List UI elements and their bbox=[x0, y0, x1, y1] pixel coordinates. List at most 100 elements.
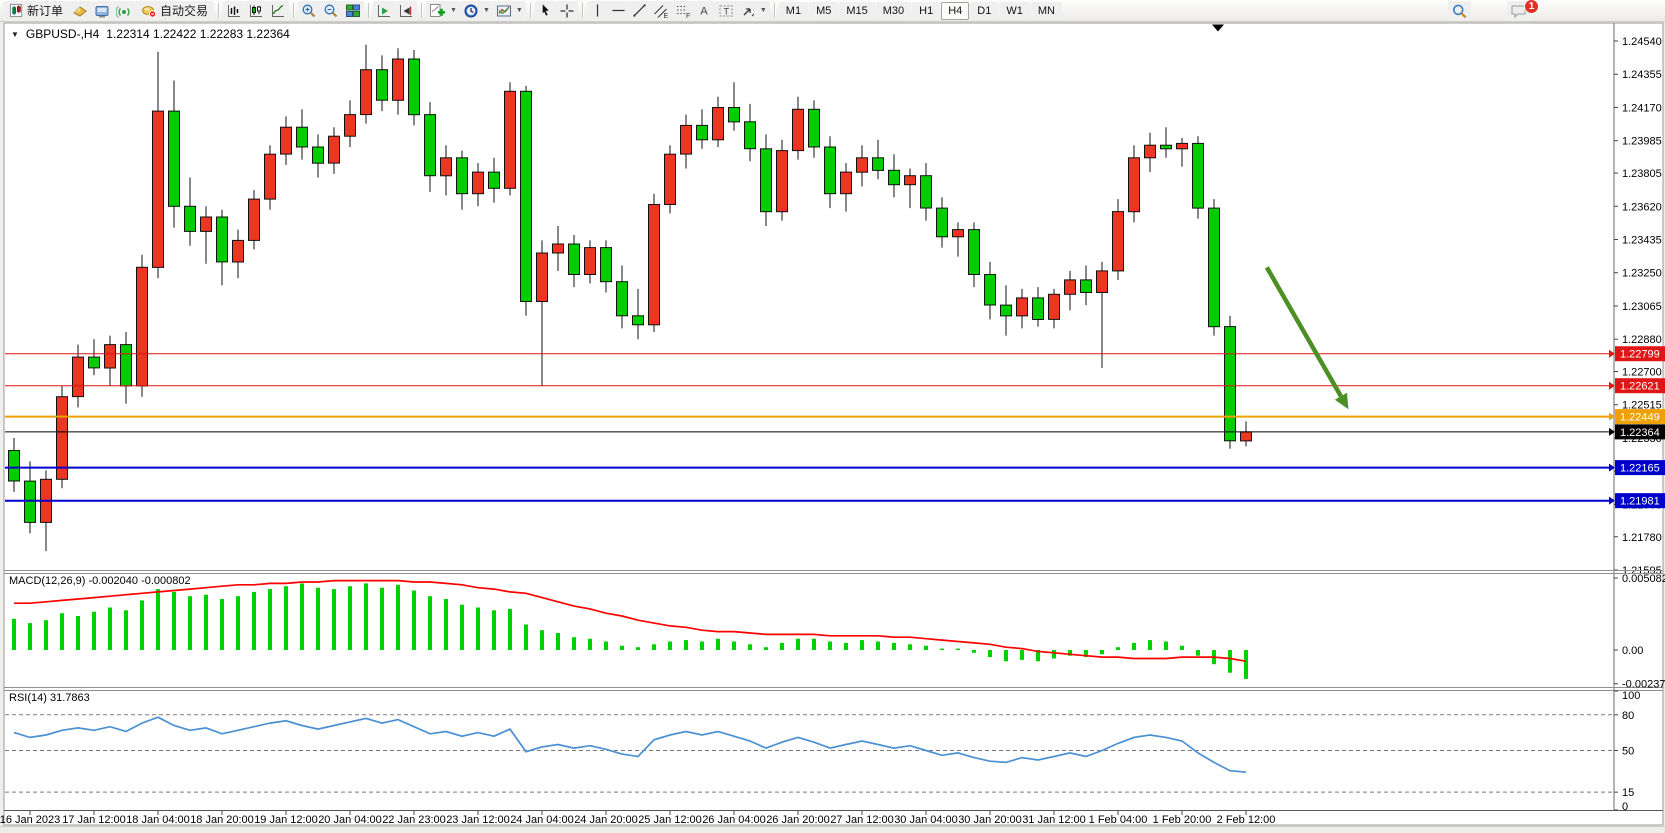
arrows-button[interactable]: ▼ bbox=[737, 1, 770, 21]
candle-bear bbox=[521, 91, 532, 301]
candle-bear bbox=[825, 147, 836, 194]
time-tick-label: 1 Feb 20:00 bbox=[1153, 814, 1212, 826]
candle-bear bbox=[1209, 208, 1220, 327]
time-tick-label: 18 Jan 04:00 bbox=[126, 814, 190, 826]
time-tick-label: 27 Jan 12:00 bbox=[830, 814, 894, 826]
macd-histogram-bar bbox=[732, 642, 736, 651]
autotrade-icon bbox=[141, 3, 157, 19]
macd-histogram-bar bbox=[332, 589, 336, 650]
candle-bear bbox=[1193, 143, 1204, 208]
macd-histogram-bar bbox=[396, 585, 400, 650]
tab-timeframe-mn[interactable]: MN bbox=[1031, 2, 1062, 20]
ohlc-values: 1.22314 1.22422 1.22283 1.22364 bbox=[106, 27, 290, 41]
tab-timeframe-m1[interactable]: M1 bbox=[779, 2, 808, 20]
macd-histogram-bar bbox=[508, 609, 512, 650]
trendline-button[interactable] bbox=[629, 1, 650, 21]
chart-canvas[interactable]: 1.245401.243551.241701.239851.238051.236… bbox=[0, 0, 1665, 833]
rsi-indicator-label: RSI(14) 31.7863 bbox=[9, 692, 90, 704]
navigator-button[interactable] bbox=[91, 1, 113, 21]
tab-timeframe-m5[interactable]: M5 bbox=[809, 2, 838, 20]
text-button[interactable]: A bbox=[694, 1, 715, 21]
tab-timeframe-h4[interactable]: H4 bbox=[941, 2, 969, 20]
periods-button[interactable]: ▼ bbox=[460, 1, 493, 21]
vertical-line-button[interactable] bbox=[587, 1, 608, 21]
candle-bull bbox=[361, 70, 372, 115]
candle-bull bbox=[553, 244, 564, 253]
chart-title[interactable]: ▼ GBPUSD-,H4 1.22314 1.22422 1.22283 1.2… bbox=[11, 27, 290, 41]
fibonacci-button[interactable]: F bbox=[672, 1, 694, 21]
symbol-dropdown-icon[interactable]: ▼ bbox=[11, 30, 19, 39]
svg-text:1.22621: 1.22621 bbox=[1620, 381, 1660, 393]
macd-histogram-bar bbox=[604, 642, 608, 651]
cursor-button[interactable] bbox=[535, 1, 556, 21]
macd-histogram-bar bbox=[140, 600, 144, 650]
macd-histogram-bar bbox=[1100, 650, 1104, 654]
tab-timeframe-h1[interactable]: H1 bbox=[912, 2, 940, 20]
candle-bull bbox=[393, 59, 404, 100]
macd-axis-label: 0.00 bbox=[1622, 645, 1643, 657]
text-label-button[interactable]: T bbox=[715, 1, 737, 21]
rsi-axis-label: 0 bbox=[1622, 801, 1628, 813]
autotrade-button[interactable]: 自动交易 bbox=[135, 1, 214, 21]
macd-histogram-bar bbox=[652, 644, 656, 650]
macd-histogram-bar bbox=[364, 583, 368, 650]
macd-histogram-bar bbox=[1132, 643, 1136, 650]
new-order-label: 新订单 bbox=[27, 2, 63, 19]
tab-timeframe-m30[interactable]: M30 bbox=[876, 2, 911, 20]
zoom-in-button[interactable] bbox=[298, 1, 320, 21]
macd-histogram-bar bbox=[236, 596, 240, 650]
indicators-button[interactable]: ▼ bbox=[426, 1, 460, 21]
search-button[interactable] bbox=[1448, 1, 1471, 21]
candle-bull bbox=[1049, 294, 1060, 319]
candle-bear bbox=[617, 282, 628, 316]
macd-histogram-bar bbox=[636, 647, 640, 650]
zoom-out-button[interactable] bbox=[320, 1, 342, 21]
candle-bull bbox=[1097, 271, 1108, 293]
macd-histogram-bar bbox=[1196, 650, 1200, 656]
macd-histogram-bar bbox=[716, 639, 720, 650]
tab-timeframe-m15[interactable]: M15 bbox=[839, 2, 874, 20]
svg-text:1.22449: 1.22449 bbox=[1620, 412, 1660, 424]
candle-bull bbox=[585, 248, 596, 275]
price-tick-label: 1.24540 bbox=[1622, 36, 1662, 48]
candle-bear bbox=[937, 208, 948, 237]
equidistant-channel-button[interactable]: E bbox=[650, 1, 672, 21]
dropdown-caret-icon: ▼ bbox=[483, 7, 490, 14]
auto-scroll-button[interactable] bbox=[373, 1, 395, 21]
price-tick-label: 1.22700 bbox=[1622, 367, 1662, 379]
cursor-icon bbox=[538, 3, 553, 18]
autotrade-label: 自动交易 bbox=[160, 2, 208, 19]
macd-histogram-bar bbox=[412, 591, 416, 651]
candle-bull bbox=[793, 109, 804, 150]
macd-histogram-bar bbox=[876, 642, 880, 651]
macd-histogram-bar bbox=[492, 610, 496, 650]
signals-icon bbox=[116, 3, 132, 19]
bar-chart-button[interactable] bbox=[223, 1, 245, 21]
candlestick-chart-icon bbox=[248, 3, 264, 19]
macd-histogram-bar bbox=[428, 596, 432, 650]
macd-histogram-bar bbox=[1020, 650, 1024, 660]
horizontal-line-button[interactable] bbox=[608, 1, 629, 21]
chart-shift-button[interactable] bbox=[395, 1, 417, 21]
tab-timeframe-d1[interactable]: D1 bbox=[970, 2, 998, 20]
signals-button[interactable] bbox=[113, 1, 135, 21]
line-chart-button[interactable] bbox=[267, 1, 289, 21]
new-order-button[interactable]: 新订单 bbox=[3, 1, 69, 21]
candlestick-chart-button[interactable] bbox=[245, 1, 267, 21]
candle-bull bbox=[537, 253, 548, 302]
time-tick-label: 31 Jan 12:00 bbox=[1022, 814, 1086, 826]
tab-timeframe-w1[interactable]: W1 bbox=[999, 2, 1030, 20]
time-tick-label: 18 Jan 20:00 bbox=[190, 814, 254, 826]
candle-bear bbox=[697, 125, 708, 139]
candle-bear bbox=[633, 316, 644, 325]
candle-bull bbox=[649, 205, 660, 325]
macd-histogram-bar bbox=[940, 649, 944, 651]
tile-windows-button[interactable] bbox=[342, 1, 364, 21]
macd-histogram-bar bbox=[668, 642, 672, 651]
candle-bull bbox=[1113, 212, 1124, 271]
templates-button[interactable]: ▼ bbox=[493, 1, 526, 21]
market-watch-button[interactable] bbox=[69, 1, 91, 21]
candle-bear bbox=[297, 127, 308, 147]
crosshair-button[interactable] bbox=[556, 1, 578, 21]
candle-bear bbox=[1225, 327, 1236, 441]
